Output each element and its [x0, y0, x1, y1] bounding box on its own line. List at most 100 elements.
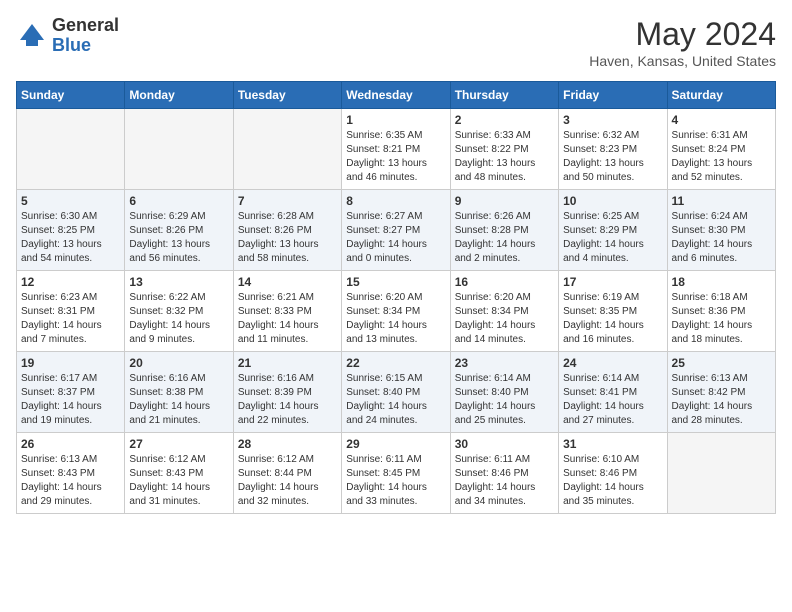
- calendar-week: 12 Sunrise: 6:23 AM Sunset: 8:31 PM Dayli…: [17, 271, 776, 352]
- day-number: 3: [563, 113, 662, 127]
- calendar-cell: 14Sunrise: 6:21 AM Sunset: 8:33 PM Dayli…: [233, 271, 341, 352]
- calendar-week: 26 Sunrise: 6:13 AM Sunset: 8:43 PM Dayli…: [17, 433, 776, 514]
- day-info: Sunrise: 6:20 AM Sunset: 8:34 PM Dayligh…: [346, 291, 445, 347]
- calendar-cell: 17Sunrise: 6:19 AM Sunset: 8:35 PM Dayli…: [559, 271, 667, 352]
- day-info: Sunrise: 6:33 AM Sunset: 8:22 PM Dayligh…: [455, 129, 554, 185]
- day-info: Sunrise: 6:23 AM Sunset: 8:31 PM Dayligh…: [21, 291, 120, 347]
- day-info: Sunrise: 6:15 AM Sunset: 8:40 PM Dayligh…: [346, 372, 445, 428]
- header: General Blue May 2024 Haven, Kansas, Uni…: [16, 16, 776, 69]
- day-info: Sunrise: 6:32 AM Sunset: 8:23 PM Dayligh…: [563, 129, 662, 185]
- day-header: Friday: [559, 82, 667, 109]
- day-number: 18: [672, 275, 771, 289]
- calendar: SundayMondayTuesdayWednesdayThursdayFrid…: [16, 81, 776, 514]
- calendar-cell: 19Sunrise: 6:17 AM Sunset: 8:37 PM Dayli…: [17, 352, 125, 433]
- day-info: Sunrise: 6:27 AM Sunset: 8:27 PM Dayligh…: [346, 210, 445, 266]
- day-number: 2: [455, 113, 554, 127]
- calendar-cell: 31 Sunrise: 6:10 AM Sunset: 8:46 PM Dayli…: [559, 433, 667, 514]
- day-header: Tuesday: [233, 82, 341, 109]
- day-info: Sunrise: 6:28 AM Sunset: 8:26 PM Dayligh…: [238, 210, 337, 266]
- day-number: 5: [21, 194, 120, 208]
- calendar-cell: 2 Sunrise: 6:33 AM Sunset: 8:22 PM Daylig…: [450, 109, 558, 190]
- day-number: 21: [238, 356, 337, 370]
- calendar-cell: 10 Sunrise: 6:25 AM Sunset: 8:29 PM Dayli…: [559, 190, 667, 271]
- day-number: 10: [563, 194, 662, 208]
- calendar-cell: 24 Sunrise: 6:14 AM Sunset: 8:41 PM Dayli…: [559, 352, 667, 433]
- day-info: Sunrise: 6:11 AM Sunset: 8:45 PM Dayligh…: [346, 453, 445, 509]
- day-number: 11: [672, 194, 771, 208]
- calendar-cell: 6Sunrise: 6:29 AM Sunset: 8:26 PM Daylig…: [125, 190, 233, 271]
- day-info: Sunrise: 6:20 AM Sunset: 8:34 PM Dayligh…: [455, 291, 554, 347]
- day-info: Sunrise: 6:30 AM Sunset: 8:25 PM Dayligh…: [21, 210, 120, 266]
- calendar-cell: [233, 109, 341, 190]
- day-number: 14: [238, 275, 337, 289]
- calendar-cell: 18Sunrise: 6:18 AM Sunset: 8:36 PM Dayli…: [667, 271, 775, 352]
- day-number: 26: [21, 437, 120, 451]
- day-info: Sunrise: 6:10 AM Sunset: 8:46 PM Dayligh…: [563, 453, 662, 509]
- calendar-cell: 5 Sunrise: 6:30 AM Sunset: 8:25 PM Daylig…: [17, 190, 125, 271]
- day-header: Wednesday: [342, 82, 450, 109]
- title-area: May 2024 Haven, Kansas, United States: [589, 16, 776, 69]
- day-header: Sunday: [17, 82, 125, 109]
- calendar-cell: 28 Sunrise: 6:12 AM Sunset: 8:44 PM Dayli…: [233, 433, 341, 514]
- day-number: 28: [238, 437, 337, 451]
- day-number: 13: [129, 275, 228, 289]
- day-number: 12: [21, 275, 120, 289]
- day-info: Sunrise: 6:29 AM Sunset: 8:26 PM Dayligh…: [129, 210, 228, 266]
- day-header: Thursday: [450, 82, 558, 109]
- day-number: 24: [563, 356, 662, 370]
- day-info: Sunrise: 6:35 AM Sunset: 8:21 PM Dayligh…: [346, 129, 445, 185]
- day-number: 29: [346, 437, 445, 451]
- calendar-cell: 13Sunrise: 6:22 AM Sunset: 8:32 PM Dayli…: [125, 271, 233, 352]
- calendar-cell: 4Sunrise: 6:31 AM Sunset: 8:24 PM Daylig…: [667, 109, 775, 190]
- day-info: Sunrise: 6:13 AM Sunset: 8:43 PM Dayligh…: [21, 453, 120, 509]
- day-number: 31: [563, 437, 662, 451]
- location-title: Haven, Kansas, United States: [589, 53, 776, 69]
- day-info: Sunrise: 6:19 AM Sunset: 8:35 PM Dayligh…: [563, 291, 662, 347]
- calendar-cell: 7Sunrise: 6:28 AM Sunset: 8:26 PM Daylig…: [233, 190, 341, 271]
- calendar-cell: 16 Sunrise: 6:20 AM Sunset: 8:34 PM Dayli…: [450, 271, 558, 352]
- logo-general: General: [52, 16, 119, 36]
- day-header: Saturday: [667, 82, 775, 109]
- day-number: 27: [129, 437, 228, 451]
- day-number: 23: [455, 356, 554, 370]
- calendar-cell: 15 Sunrise: 6:20 AM Sunset: 8:34 PM Dayli…: [342, 271, 450, 352]
- day-info: Sunrise: 6:31 AM Sunset: 8:24 PM Dayligh…: [672, 129, 771, 185]
- day-number: 30: [455, 437, 554, 451]
- calendar-cell: 8 Sunrise: 6:27 AM Sunset: 8:27 PM Daylig…: [342, 190, 450, 271]
- calendar-week: 5 Sunrise: 6:30 AM Sunset: 8:25 PM Daylig…: [17, 190, 776, 271]
- logo-blue: Blue: [52, 36, 119, 56]
- calendar-cell: 26 Sunrise: 6:13 AM Sunset: 8:43 PM Dayli…: [17, 433, 125, 514]
- calendar-cell: 1Sunrise: 6:35 AM Sunset: 8:21 PM Daylig…: [342, 109, 450, 190]
- day-info: Sunrise: 6:25 AM Sunset: 8:29 PM Dayligh…: [563, 210, 662, 266]
- calendar-header: SundayMondayTuesdayWednesdayThursdayFrid…: [17, 82, 776, 109]
- header-row: SundayMondayTuesdayWednesdayThursdayFrid…: [17, 82, 776, 109]
- calendar-cell: 11 Sunrise: 6:24 AM Sunset: 8:30 PM Dayli…: [667, 190, 775, 271]
- calendar-week: 1Sunrise: 6:35 AM Sunset: 8:21 PM Daylig…: [17, 109, 776, 190]
- day-header: Monday: [125, 82, 233, 109]
- day-number: 20: [129, 356, 228, 370]
- day-number: 16: [455, 275, 554, 289]
- day-info: Sunrise: 6:16 AM Sunset: 8:39 PM Dayligh…: [238, 372, 337, 428]
- day-number: 9: [455, 194, 554, 208]
- calendar-cell: 21 Sunrise: 6:16 AM Sunset: 8:39 PM Dayli…: [233, 352, 341, 433]
- day-info: Sunrise: 6:16 AM Sunset: 8:38 PM Dayligh…: [129, 372, 228, 428]
- calendar-cell: 23Sunrise: 6:14 AM Sunset: 8:40 PM Dayli…: [450, 352, 558, 433]
- day-info: Sunrise: 6:11 AM Sunset: 8:46 PM Dayligh…: [455, 453, 554, 509]
- calendar-cell: 20 Sunrise: 6:16 AM Sunset: 8:38 PM Dayli…: [125, 352, 233, 433]
- calendar-body: 1Sunrise: 6:35 AM Sunset: 8:21 PM Daylig…: [17, 109, 776, 514]
- day-info: Sunrise: 6:12 AM Sunset: 8:43 PM Dayligh…: [129, 453, 228, 509]
- logo: General Blue: [16, 16, 119, 56]
- calendar-cell: 3 Sunrise: 6:32 AM Sunset: 8:23 PM Daylig…: [559, 109, 667, 190]
- calendar-cell: 29 Sunrise: 6:11 AM Sunset: 8:45 PM Dayli…: [342, 433, 450, 514]
- day-number: 8: [346, 194, 445, 208]
- month-title: May 2024: [589, 16, 776, 53]
- day-info: Sunrise: 6:24 AM Sunset: 8:30 PM Dayligh…: [672, 210, 771, 266]
- day-number: 25: [672, 356, 771, 370]
- day-number: 15: [346, 275, 445, 289]
- day-info: Sunrise: 6:12 AM Sunset: 8:44 PM Dayligh…: [238, 453, 337, 509]
- day-info: Sunrise: 6:14 AM Sunset: 8:41 PM Dayligh…: [563, 372, 662, 428]
- day-number: 22: [346, 356, 445, 370]
- calendar-cell: [17, 109, 125, 190]
- calendar-cell: 30 Sunrise: 6:11 AM Sunset: 8:46 PM Dayli…: [450, 433, 558, 514]
- calendar-cell: [667, 433, 775, 514]
